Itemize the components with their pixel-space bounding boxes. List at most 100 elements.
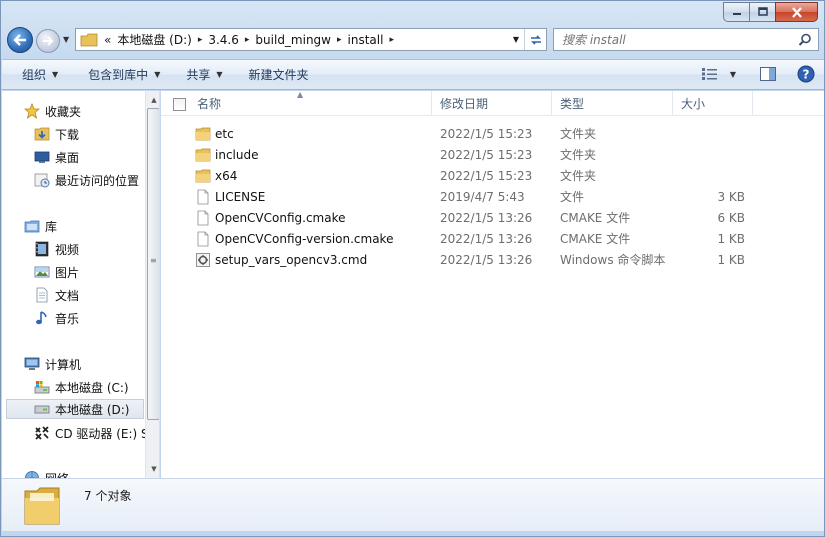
file-icon — [197, 210, 209, 225]
file-size — [681, 144, 745, 165]
nav-recent-places[interactable]: 最近访问的位置 — [34, 170, 159, 190]
file-icon — [197, 189, 209, 204]
nav-label: 视频 — [55, 242, 80, 257]
refresh-button[interactable] — [524, 29, 546, 50]
organize-label: 组织 — [22, 68, 47, 82]
column-type[interactable]: 类型 — [552, 91, 673, 116]
nav-label: 文档 — [55, 288, 80, 303]
file-name: LICENSE — [215, 189, 266, 204]
preview-pane-button[interactable] — [758, 64, 778, 84]
file-size — [681, 165, 745, 186]
file-type: 文件 — [560, 190, 585, 204]
table-row[interactable]: setup_vars_opencv3.cmd 2022/1/5 13:26 Wi… — [161, 249, 824, 270]
help-icon: ? — [797, 65, 815, 83]
table-row[interactable]: OpenCVConfig.cmake 2022/1/5 13:26 CMAKE … — [161, 207, 824, 228]
nav-drive-e[interactable]: CD 驱动器 (E:) S — [34, 423, 159, 443]
nav-pictures[interactable]: 图片 — [34, 262, 159, 282]
file-size — [681, 123, 745, 144]
caption-buttons — [723, 2, 818, 22]
file-size: 3 KB — [717, 189, 745, 204]
column-label: 修改日期 — [440, 97, 489, 111]
scroll-up-button[interactable]: ▲ — [146, 93, 159, 107]
address-dropdown[interactable]: ▼ — [508, 29, 524, 50]
view-options-dropdown[interactable]: ▼ — [730, 70, 736, 79]
folder-icon — [195, 127, 211, 140]
nav-computer[interactable]: 计算机 — [24, 354, 159, 374]
breadcrumb-separator[interactable]: ▸ — [198, 35, 203, 45]
nav-desktop[interactable]: 桌面 — [34, 147, 159, 167]
select-all-checkbox[interactable] — [173, 98, 186, 111]
breadcrumb-separator[interactable]: ▸ — [245, 35, 250, 45]
file-name: x64 — [215, 168, 238, 183]
scroll-down-button[interactable]: ▼ — [146, 462, 159, 476]
breadcrumb-install[interactable]: install — [348, 33, 384, 47]
table-row[interactable]: etc 2022/1/5 15:23 文件夹 — [161, 123, 824, 144]
column-label: 大小 — [681, 97, 706, 111]
nav-favorites[interactable]: 收藏夹 — [24, 101, 159, 121]
minimize-button[interactable] — [723, 2, 749, 22]
nav-label: 桌面 — [55, 150, 80, 165]
file-size: 1 KB — [717, 252, 745, 267]
file-date: 2022/1/5 15:23 — [440, 147, 533, 162]
table-row[interactable]: x64 2022/1/5 15:23 文件夹 — [161, 165, 824, 186]
nav-drive-c[interactable]: 本地磁盘 (C:) — [34, 377, 159, 397]
column-date[interactable]: 修改日期 — [432, 91, 552, 116]
file-type: CMAKE 文件 — [560, 211, 631, 225]
search-icon[interactable] — [798, 33, 812, 47]
address-bar[interactable]: « 本地磁盘 (D:) ▸ 3.4.6 ▸ build_mingw ▸ inst… — [75, 28, 547, 51]
nav-documents[interactable]: 文档 — [34, 285, 159, 305]
nav-downloads[interactable]: 下载 — [34, 124, 159, 144]
organize-button[interactable]: 组织 ▼ — [12, 63, 68, 87]
file-size: 1 KB — [717, 231, 745, 246]
column-size[interactable]: 大小 — [673, 91, 753, 116]
breadcrumb-separator[interactable]: ▸ — [389, 35, 394, 45]
chevron-down-icon: ▼ — [154, 70, 161, 79]
nav-videos[interactable]: 视频 — [34, 239, 159, 259]
nav-music[interactable]: 音乐 — [34, 308, 159, 328]
network-icon — [25, 471, 39, 478]
address-overflow[interactable]: « — [104, 33, 111, 47]
navigation-pane: 收藏夹 下载 桌面 最近访问的位置 库 视频 图片 文档 音乐 计算机 本地磁盘… — [2, 91, 160, 478]
close-button[interactable] — [775, 2, 818, 22]
include-in-library-button[interactable]: 包含到库中 ▼ — [78, 63, 170, 87]
folder-icon — [195, 169, 211, 182]
libraries-icon — [24, 220, 40, 233]
change-view-button[interactable] — [700, 64, 720, 84]
help-button[interactable]: ? — [796, 64, 816, 84]
nav-label: CD 驱动器 (E:) S — [55, 426, 149, 441]
recent-pages-dropdown[interactable]: ▼ — [63, 35, 73, 45]
column-header: ▲ 名称 修改日期 类型 大小 — [161, 90, 824, 116]
forward-button[interactable] — [36, 29, 60, 53]
breadcrumb-drive-d[interactable]: 本地磁盘 (D:) — [117, 31, 191, 48]
nav-drive-d[interactable]: 本地磁盘 (D:) — [6, 399, 144, 419]
share-button[interactable]: 共享 ▼ — [176, 63, 232, 87]
maximize-button[interactable] — [749, 2, 775, 22]
cd-drive-icon — [35, 426, 49, 440]
file-name: setup_vars_opencv3.cmd — [215, 252, 368, 267]
refresh-icon — [530, 34, 541, 45]
video-icon — [35, 241, 49, 257]
table-row[interactable]: OpenCVConfig-version.cmake 2022/1/5 13:2… — [161, 228, 824, 249]
column-name[interactable]: 名称 — [189, 91, 432, 116]
nav-network[interactable]: 网络 — [24, 468, 159, 478]
breadcrumb-separator[interactable]: ▸ — [337, 35, 342, 45]
new-folder-label: 新建文件夹 — [248, 68, 309, 82]
folder-icon — [80, 33, 98, 46]
new-folder-button[interactable]: 新建文件夹 — [239, 63, 319, 87]
navigation-scrollbar[interactable]: ▲ ≡ ▼ — [145, 91, 159, 478]
file-name: OpenCVConfig.cmake — [215, 210, 346, 225]
table-row[interactable]: LICENSE 2019/4/7 5:43 文件 3 KB — [161, 186, 824, 207]
search-input[interactable] — [554, 32, 784, 47]
search-box[interactable] — [553, 28, 819, 51]
close-icon — [791, 6, 802, 18]
nav-libraries[interactable]: 库 — [24, 216, 159, 236]
preview-pane-icon — [760, 67, 776, 81]
downloads-folder-icon — [34, 127, 50, 141]
table-row[interactable]: include 2022/1/5 15:23 文件夹 — [161, 144, 824, 165]
back-button[interactable] — [7, 27, 33, 53]
music-icon — [36, 311, 47, 325]
breadcrumb-version[interactable]: 3.4.6 — [208, 33, 239, 47]
breadcrumb-build-mingw[interactable]: build_mingw — [255, 33, 331, 47]
folder-large-icon — [24, 487, 60, 525]
file-type: 文件夹 — [560, 127, 597, 141]
